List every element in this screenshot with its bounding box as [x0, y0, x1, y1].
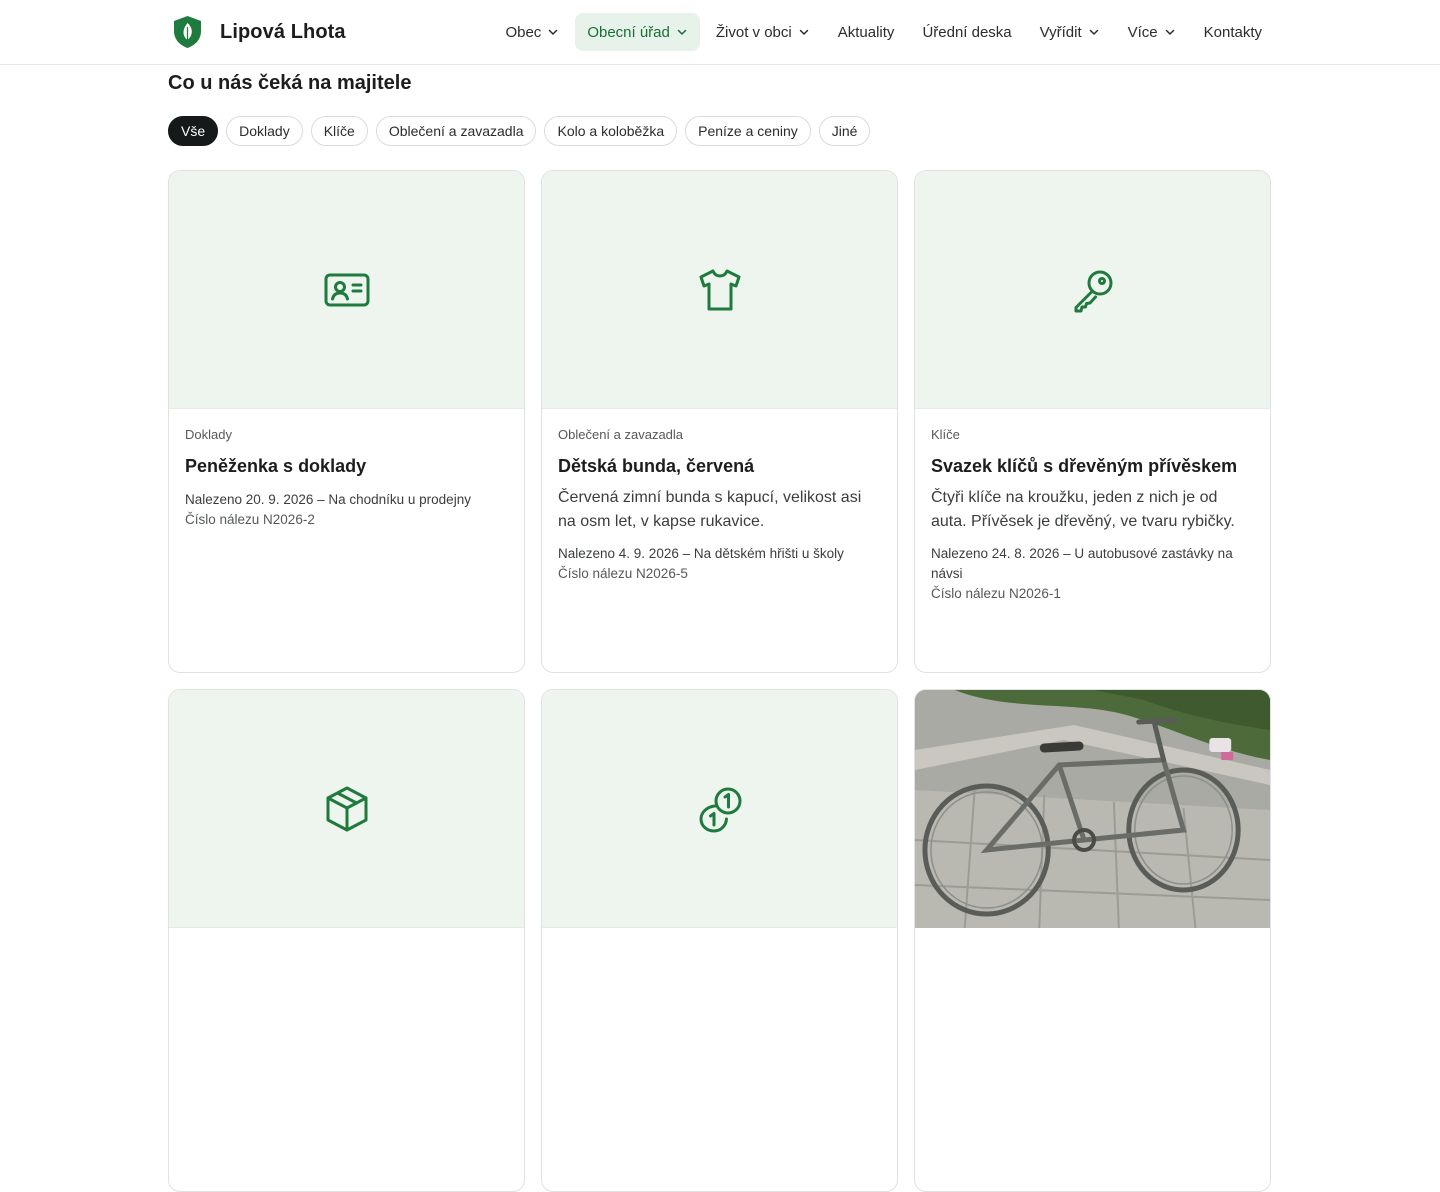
- card-category: Klíče: [931, 427, 960, 442]
- found-item-card[interactable]: [168, 689, 525, 1192]
- nav-label: Život v obci: [715, 23, 792, 41]
- filter-chip-klice[interactable]: Klíče: [310, 116, 368, 146]
- filter-chip-doklady[interactable]: Doklady: [226, 116, 303, 146]
- nav-label: Obecní úřad: [587, 23, 670, 41]
- key-icon: [1074, 270, 1112, 312]
- chevron-down-icon: [1089, 29, 1098, 35]
- nav-aktuality[interactable]: Aktuality: [826, 13, 907, 51]
- card-media: [542, 171, 897, 409]
- card-category: Oblečení a zavazadla: [558, 427, 684, 442]
- chevron-down-icon: [1165, 29, 1174, 35]
- nav-label: Vyřídit: [1039, 23, 1082, 41]
- card-description: Čtyři klíče na kroužku, jeden z nich je …: [931, 489, 1235, 530]
- found-item-card[interactable]: Oblečení a zavazadla Dětská bunda, červe…: [541, 170, 898, 673]
- nav-label: Obec: [505, 23, 542, 41]
- card-media: [542, 690, 897, 928]
- filter-chip-kolo[interactable]: Kolo a koloběžka: [544, 116, 678, 146]
- chevron-down-icon: [549, 29, 558, 35]
- nav-label: Úřední deska: [922, 23, 1012, 41]
- card-body: Doklady Peněženka s doklady Nalezeno 20.…: [169, 409, 524, 546]
- tshirt-icon: [699, 269, 740, 310]
- package-icon: [326, 786, 367, 831]
- card-media: [915, 171, 1270, 409]
- nav-label: Více: [1127, 23, 1158, 41]
- id-card-icon: [324, 273, 369, 306]
- nav-obecni-urad[interactable]: Obecní úřad: [575, 13, 700, 51]
- card-title: Svazek klíčů s dřevěným přívěskem: [931, 456, 1238, 476]
- coins-icon: [699, 787, 741, 832]
- card-body: Oblečení a zavazadla Dětská bunda, červe…: [542, 409, 897, 600]
- shield-leaf-icon: [174, 16, 201, 48]
- brand-logo-link[interactable]: Lipová Lhota: [172, 15, 346, 49]
- card-body: Klíče Svazek klíčů s dřevěným přívěskem …: [915, 409, 1270, 620]
- found-item-card[interactable]: [541, 689, 898, 1192]
- nav-vyridit[interactable]: Vyřídit: [1028, 13, 1112, 51]
- chevron-down-icon: [799, 29, 808, 35]
- filter-chip-penize[interactable]: Peníze a ceniny: [685, 116, 811, 146]
- nav-label: Aktuality: [837, 23, 895, 41]
- nav-label: Kontakty: [1203, 23, 1262, 41]
- nav-zivot-v-obci[interactable]: Život v obci: [704, 13, 822, 51]
- card-found-info: Nalezeno 20. 9. 2026 – Na chodníku u pro…: [185, 492, 471, 507]
- found-item-card[interactable]: Doklady Peněženka s doklady Nalezeno 20.…: [168, 170, 525, 673]
- main-nav: Obec Obecní úřad Život v obci Aktuality …: [489, 13, 1274, 51]
- card-title: Dětská bunda, červená: [558, 456, 755, 476]
- card-media: [169, 690, 524, 928]
- section-title: Co u nás čeká na majitele: [168, 72, 412, 94]
- found-item-card[interactable]: [914, 689, 1271, 1192]
- card-found-info: Nalezeno 24. 8. 2026 – U autobusové zast…: [931, 546, 1233, 581]
- top-navigation-bar: Lipová Lhota Obec Obecní úřad Život v ob…: [0, 0, 1440, 65]
- nav-vice[interactable]: Více: [1116, 13, 1188, 51]
- filter-chip-vse[interactable]: Vše: [168, 116, 219, 146]
- filter-chip-jine[interactable]: Jiné: [818, 116, 871, 146]
- nav-kontakty[interactable]: Kontakty: [1192, 13, 1274, 51]
- bicycle-photo: [915, 690, 1270, 928]
- card-item-number: Číslo nálezu N2026-1: [931, 586, 1061, 601]
- category-filters: Vše Doklady Klíče Oblečení a zavazadla K…: [168, 116, 871, 146]
- card-item-number: Číslo nálezu N2026-2: [185, 512, 315, 527]
- card-item-number: Číslo nálezu N2026-5: [558, 566, 688, 581]
- nav-obec[interactable]: Obec: [493, 13, 571, 51]
- card-found-info: Nalezeno 4. 9. 2026 – Na dětském hřišti …: [558, 546, 844, 561]
- card-category: Doklady: [185, 427, 232, 442]
- nav-uredni-deska[interactable]: Úřední deska: [910, 13, 1023, 51]
- found-items-grid: Doklady Peněženka s doklady Nalezeno 20.…: [168, 170, 1272, 1192]
- card-title: Peněženka s doklady: [185, 456, 367, 476]
- card-media: [169, 171, 524, 409]
- brand-name: Lipová Lhota: [220, 20, 346, 43]
- card-description: Červená zimní bunda s kapucí, velikost a…: [558, 489, 862, 530]
- found-item-card[interactable]: Klíče Svazek klíčů s dřevěným přívěskem …: [914, 170, 1271, 673]
- filter-chip-obleceni[interactable]: Oblečení a zavazadla: [375, 116, 537, 146]
- chevron-down-icon: [677, 29, 687, 35]
